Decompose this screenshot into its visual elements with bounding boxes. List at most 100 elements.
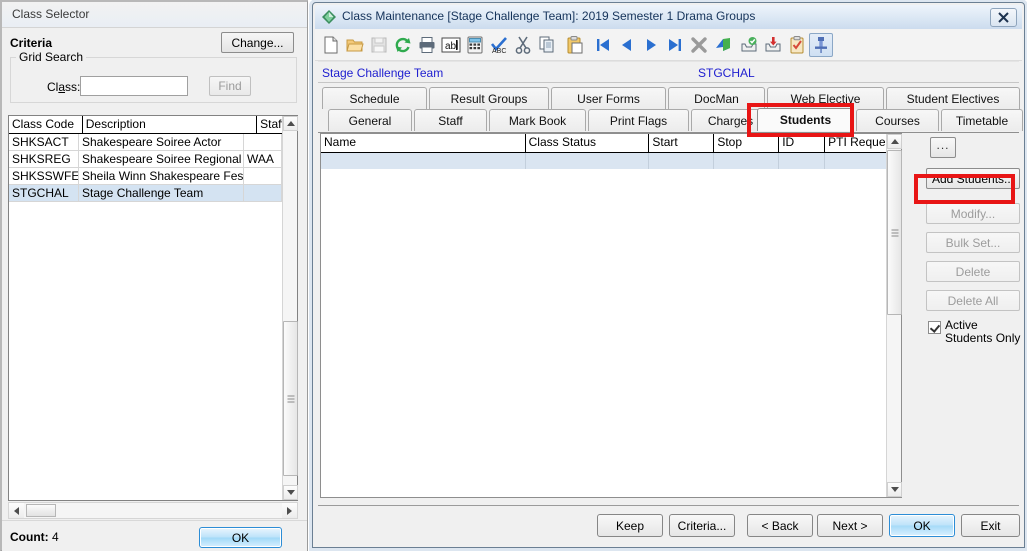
class-maintenance-titlebar[interactable]: Class Maintenance [Stage Challenge Team]… [315, 5, 1022, 29]
tab-general[interactable]: General [328, 109, 412, 131]
tab-staff[interactable]: Staff [414, 109, 487, 131]
paste-icon[interactable] [563, 33, 587, 57]
delete-all-button: Delete All [926, 290, 1020, 311]
close-icon[interactable] [990, 8, 1017, 27]
exit-button[interactable]: Exit [961, 514, 1020, 537]
scrollbar-grip-icon [287, 393, 294, 404]
tab-web-elective[interactable]: Web Elective [767, 87, 884, 109]
table-row-selected[interactable]: STGCHAL Stage Challenge Team [9, 185, 282, 202]
class-selector-titlebar: Class Selector [2, 2, 307, 28]
clipboard-check-icon[interactable] [785, 33, 809, 57]
next-record-icon[interactable] [639, 33, 663, 57]
change-button[interactable]: Change... [221, 32, 294, 53]
class-selector-title: Class Selector [12, 7, 90, 21]
spellcheck-icon[interactable]: ABC [487, 33, 511, 57]
class-maintenance-toolbar[interactable]: abl ABC [315, 29, 1022, 61]
class-list-horizontal-scrollbar[interactable] [8, 502, 298, 519]
active-students-only-checkbox[interactable] [928, 321, 941, 334]
scroll-right-arrow-icon[interactable] [282, 503, 297, 518]
last-record-icon[interactable] [663, 33, 687, 57]
column-header-stop[interactable]: Stop [714, 134, 780, 153]
delete-record-icon[interactable] [687, 33, 711, 57]
first-record-icon[interactable] [591, 33, 615, 57]
class-list-vertical-scrollbar[interactable] [282, 116, 298, 500]
cell-stop [714, 153, 780, 169]
class-list-header-row: Class Code Description Staff [9, 116, 297, 134]
scroll-left-arrow-icon[interactable] [9, 503, 24, 518]
tab-result-groups[interactable]: Result Groups [429, 87, 549, 109]
tab-docman[interactable]: DocMan [668, 87, 765, 109]
print-icon[interactable] [415, 33, 439, 57]
class-search-input[interactable] [80, 76, 188, 96]
class-list-grid[interactable]: Class Code Description Staff SHKSACT Sha… [8, 115, 298, 501]
export-icon[interactable] [711, 33, 735, 57]
scrollbar-grip-icon [891, 227, 898, 238]
open-folder-icon[interactable] [343, 33, 367, 57]
cell-class-status [526, 153, 650, 169]
students-grid[interactable]: Name Class Status Start Stop ID PTI Requ… [320, 133, 902, 498]
save-icon[interactable] [367, 33, 391, 57]
tab-strip[interactable]: Schedule Result Groups User Forms DocMan… [318, 87, 1023, 133]
scroll-down-arrow-icon[interactable] [887, 482, 902, 497]
back-button[interactable]: < Back [747, 514, 813, 537]
ok-button[interactable]: OK [889, 514, 955, 537]
tab-mark-book[interactable]: Mark Book [489, 109, 586, 131]
cell-description: Sheila Winn Shakespeare Festival [79, 168, 244, 185]
inbox-check-icon[interactable] [737, 33, 761, 57]
cell-staff [243, 134, 282, 151]
more-options-button[interactable]: ... [930, 137, 956, 158]
tab-timetable[interactable]: Timetable [941, 109, 1023, 131]
tab-courses[interactable]: Courses [856, 109, 939, 131]
previous-record-icon[interactable] [615, 33, 639, 57]
abl-label-icon[interactable]: abl [439, 33, 463, 57]
tab-students[interactable]: Students [757, 108, 854, 131]
column-header-start[interactable]: Start [649, 134, 715, 153]
bulk-set-button: Bulk Set... [926, 232, 1020, 253]
students-grid-vertical-scrollbar[interactable] [886, 134, 902, 497]
new-icon[interactable] [319, 33, 343, 57]
active-students-only-checkbox-row[interactable]: Active Students Only [928, 319, 1024, 345]
cut-icon[interactable] [511, 33, 535, 57]
scrollbar-thumb[interactable] [887, 150, 902, 315]
cell-start [649, 153, 715, 169]
cell-staff [243, 168, 282, 185]
class-selector-ok-button[interactable]: OK [199, 527, 282, 548]
cell-description: Shakespeare Soiree Regional [79, 151, 244, 168]
column-header-class-code[interactable]: Class Code [9, 116, 83, 134]
find-button[interactable]: Find [209, 76, 251, 96]
scroll-up-arrow-icon[interactable] [283, 116, 298, 131]
tab-print-flags[interactable]: Print Flags [588, 109, 689, 131]
criteria-button[interactable]: Criteria... [669, 514, 735, 537]
column-header-id[interactable]: ID [779, 134, 826, 153]
column-header-description[interactable]: Description [82, 116, 258, 134]
add-students-button[interactable]: Add Students... [926, 168, 1020, 189]
column-header-name[interactable]: Name [321, 134, 526, 153]
screenshot-root: Class Selector Criteria Change... Grid S… [0, 0, 1027, 551]
tab-student-electives[interactable]: Student Electives [886, 87, 1020, 109]
tab-schedule[interactable]: Schedule [322, 87, 427, 109]
table-row[interactable]: SHKSACT Shakespeare Soiree Actor [9, 134, 282, 151]
tab-user-forms[interactable]: User Forms [551, 87, 666, 109]
copy-icon[interactable] [535, 33, 559, 57]
cell-class-code: SHKSACT [9, 134, 79, 151]
pin-icon[interactable] [809, 33, 833, 57]
hscrollbar-thumb[interactable] [26, 504, 56, 517]
class-maintenance-button-bar: Keep Criteria... < Back Next > OK Exit [318, 505, 1020, 543]
column-header-class-status[interactable]: Class Status [525, 134, 650, 153]
cell-description: Shakespeare Soiree Actor [79, 134, 244, 151]
cell-class-code: STGCHAL [9, 185, 79, 202]
scrollbar-thumb[interactable] [283, 321, 298, 476]
keep-button[interactable]: Keep [597, 514, 663, 537]
count-label: Count: [10, 530, 49, 544]
table-row[interactable]: SHKSSWFEST Sheila Winn Shakespeare Festi… [9, 168, 282, 185]
cell-class-code: SHKSSWFEST [9, 168, 79, 185]
table-row[interactable]: SHKSREG Shakespeare Soiree Regional WAA [9, 151, 282, 168]
refresh-icon[interactable] [391, 33, 415, 57]
scroll-down-arrow-icon[interactable] [283, 485, 298, 500]
students-grid-empty-selected-row[interactable] [321, 153, 901, 169]
calculator-icon[interactable] [463, 33, 487, 57]
next-button[interactable]: Next > [817, 514, 883, 537]
cell-description: Stage Challenge Team [79, 185, 244, 202]
scroll-up-arrow-icon[interactable] [887, 134, 902, 149]
inbox-down-icon[interactable] [761, 33, 785, 57]
